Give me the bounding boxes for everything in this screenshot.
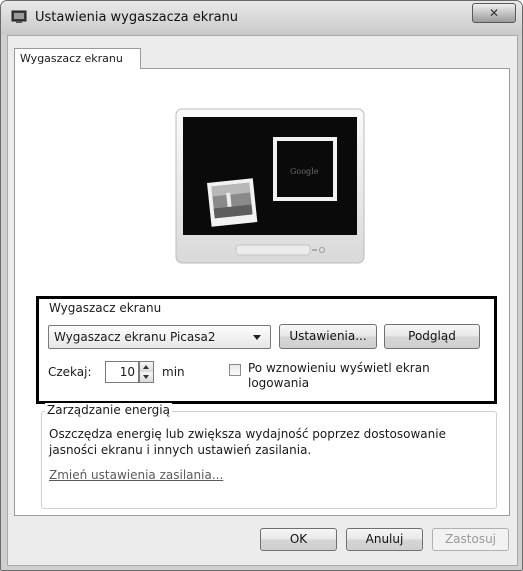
- settings-button[interactable]: Ustawienia...: [279, 324, 377, 349]
- photo-frame-small: [207, 178, 258, 227]
- tab-screensaver[interactable]: Wygaszacz ekranu: [14, 48, 141, 69]
- wait-minutes-stepper: [139, 361, 154, 383]
- chevron-down-icon: [253, 335, 261, 340]
- monitor-preview: Google: [170, 107, 370, 267]
- power-management-group: Zarządzanie energią Oszczędza energię lu…: [41, 403, 497, 509]
- wait-label: Czekaj:: [48, 365, 92, 379]
- dialog-body: Wygaszacz ekranu Google Wygaszacz ekranu…: [7, 35, 518, 566]
- title-bar: Ustawienia wygaszacza ekranu ✕: [1, 1, 522, 35]
- power-group-label: Zarządzanie energią: [45, 403, 172, 417]
- resume-logon-checkbox[interactable]: [229, 364, 241, 376]
- minutes-unit-label: min: [162, 365, 185, 379]
- screensaver-group-label: Wygaszacz ekranu: [47, 301, 164, 315]
- ok-button[interactable]: OK: [260, 528, 337, 551]
- apply-button[interactable]: Zastosuj: [432, 528, 509, 551]
- screensaver-settings-dialog: Ustawienia wygaszacza ekranu ✕ Wygaszacz…: [0, 0, 523, 571]
- screensaver-app-icon: [11, 10, 27, 23]
- screensaver-group: Wygaszacz ekranu Wygaszacz ekranu Picasa…: [36, 296, 497, 404]
- cancel-button[interactable]: Anuluj: [346, 528, 423, 551]
- tab-panel: Google Wygaszacz ekranu Wygaszacz ekranu…: [14, 68, 510, 516]
- window-title: Ustawienia wygaszacza ekranu: [35, 10, 239, 25]
- arrow-up-icon: [143, 365, 149, 369]
- photo-frame-large: Google: [273, 137, 337, 201]
- close-button[interactable]: ✕: [472, 3, 516, 23]
- power-description: Oszczędza energię lub zwiększa wydajność…: [49, 427, 446, 457]
- wait-minutes-input[interactable]: 10: [105, 361, 139, 383]
- stepper-down-button[interactable]: [140, 372, 153, 382]
- monitor-preview-graphic: Google: [175, 108, 365, 264]
- screensaver-select-value: Wygaszacz ekranu Picasa2: [54, 330, 216, 344]
- resume-logon-label[interactable]: Po wznowieniu wyświetl ekran logowania: [248, 361, 448, 391]
- screensaver-select[interactable]: Wygaszacz ekranu Picasa2: [48, 325, 271, 349]
- preview-button[interactable]: Podgląd: [384, 324, 480, 349]
- change-power-settings-link[interactable]: Zmień ustawienia zasilania...: [49, 468, 223, 482]
- preview-google-text: Google: [290, 167, 319, 176]
- close-icon: ✕: [488, 6, 500, 20]
- arrow-down-icon: [143, 375, 149, 379]
